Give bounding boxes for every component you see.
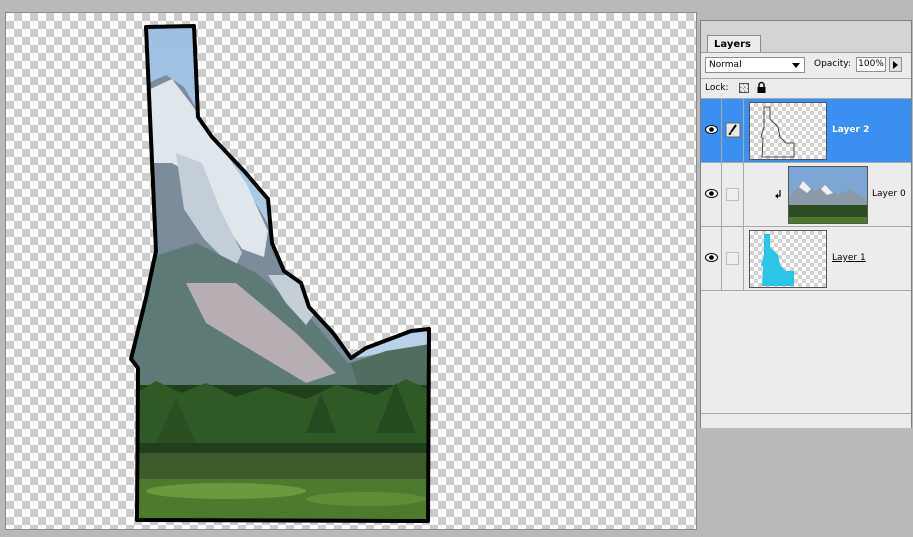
clip-arrow-icon: [775, 190, 781, 199]
palette-footer: [701, 413, 911, 428]
layer-thumbnail: [749, 102, 827, 160]
layer-thumbnail: [749, 230, 827, 288]
layer-row-layer-2[interactable]: Layer 2: [701, 99, 911, 163]
blend-mode-select[interactable]: Normal: [705, 57, 805, 73]
idaho-mountain-artwork: [129, 24, 431, 523]
eye-icon: [705, 125, 718, 134]
eye-icon: [705, 253, 718, 262]
layers-palette: Layers Normal Opacity: 100% Lock: Layer …: [700, 20, 912, 428]
opacity-label: Opacity:: [814, 59, 851, 69]
lock-label: Lock:: [705, 83, 729, 93]
lock-transparent-icon[interactable]: [739, 83, 749, 93]
blend-dropdown-icon: [792, 63, 800, 68]
brush-icon: [725, 122, 741, 138]
palette-tab-bar: Layers: [701, 21, 911, 53]
idaho-shape-thumbnail: [761, 234, 794, 286]
layer-row-layer-0[interactable]: Layer 0: [701, 163, 911, 227]
lock-all-icon[interactable]: [756, 81, 767, 94]
visibility-toggle[interactable]: [701, 163, 722, 226]
blend-mode-value: Normal: [709, 60, 742, 70]
edit-status-cell[interactable]: [722, 99, 744, 162]
layer-thumbnail: [788, 166, 868, 224]
divider: [701, 78, 911, 79]
landscape-thumbnail: [789, 167, 867, 223]
outline-thumbnail: [760, 106, 795, 158]
layer-name[interactable]: Layer 0: [872, 189, 906, 199]
tab-layers[interactable]: Layers: [707, 35, 761, 52]
eye-icon: [705, 189, 718, 198]
visibility-toggle[interactable]: [701, 99, 722, 162]
layer-row-layer-1[interactable]: Layer 1: [701, 227, 911, 291]
link-box: [726, 188, 739, 201]
link-cell[interactable]: [722, 227, 744, 290]
opacity-input[interactable]: 100%: [856, 57, 886, 72]
visibility-toggle[interactable]: [701, 227, 722, 290]
document-canvas[interactable]: [5, 12, 697, 530]
link-cell[interactable]: [722, 163, 744, 226]
layer-name[interactable]: Layer 1: [832, 253, 866, 263]
layer-name[interactable]: Layer 2: [832, 125, 869, 135]
opacity-slider-icon[interactable]: [889, 57, 902, 72]
link-box: [726, 252, 739, 265]
